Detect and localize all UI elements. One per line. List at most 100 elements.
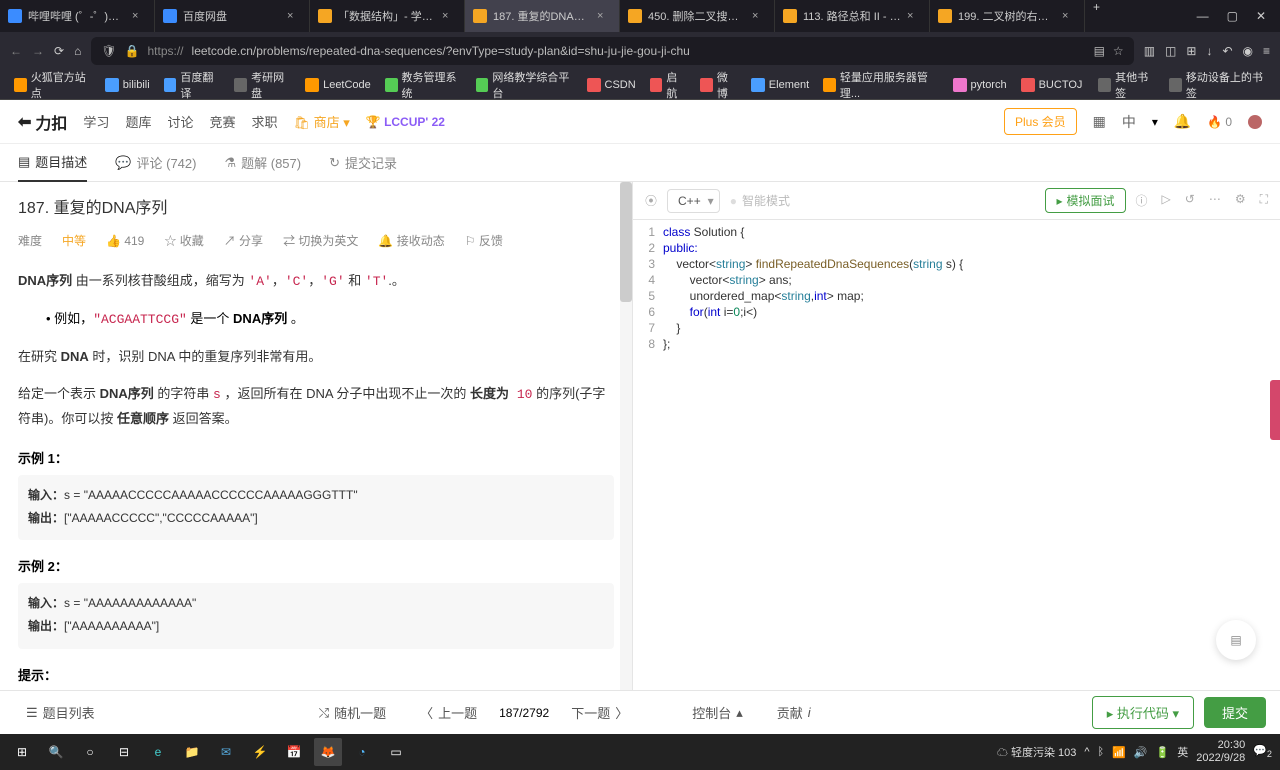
- calendar-icon[interactable]: 📅: [280, 738, 308, 766]
- random-button[interactable]: ⤭ 随机一题: [307, 697, 398, 728]
- ime-button[interactable]: 英: [1177, 744, 1188, 760]
- info-icon[interactable]: ⓘ: [1136, 192, 1148, 209]
- bookmark[interactable]: 教务管理系统: [379, 66, 468, 104]
- tab-description[interactable]: ▤题目描述: [18, 144, 87, 182]
- fullscreen-icon[interactable]: ⛶: [1260, 192, 1268, 209]
- bookmark[interactable]: 考研网盘: [228, 66, 297, 104]
- mock-interview-button[interactable]: ▸ 模拟面试: [1045, 188, 1125, 213]
- nav-jobs[interactable]: 求职: [251, 112, 277, 131]
- next-button[interactable]: 下一题 〉: [559, 697, 640, 728]
- library-icon[interactable]: ▥: [1144, 44, 1155, 58]
- battery-icon[interactable]: 🔋: [1156, 746, 1170, 759]
- wifi-icon[interactable]: 📶: [1112, 746, 1126, 759]
- reader-icon[interactable]: ▤: [1094, 44, 1105, 58]
- bookmark[interactable]: 启航: [644, 66, 693, 104]
- browser-tab[interactable]: 199. 二叉树的右视图 - 力×: [930, 0, 1085, 32]
- account-icon[interactable]: ◉: [1243, 44, 1253, 58]
- editor-menu-icon[interactable]: ⦿: [645, 192, 657, 209]
- close-icon[interactable]: ×: [442, 10, 456, 22]
- nav-shop[interactable]: 🛍 商店 ▾: [294, 112, 350, 131]
- tray-chevron-icon[interactable]: ^: [1084, 746, 1089, 758]
- bookmark[interactable]: LeetCode: [299, 75, 377, 95]
- bookmark-folder[interactable]: 其他书签: [1092, 66, 1161, 104]
- cortana-icon[interactable]: ○: [76, 738, 104, 766]
- bookmark[interactable]: 网络教学综合平台: [470, 66, 579, 104]
- close-icon[interactable]: ×: [287, 10, 301, 22]
- tab-comments[interactable]: 💬评论 (742): [115, 144, 196, 182]
- settings-icon[interactable]: ⚙: [1235, 192, 1246, 209]
- nav-problems[interactable]: 题库: [125, 112, 151, 131]
- bookmark[interactable]: pytorch: [947, 75, 1013, 95]
- problem-list-button[interactable]: ☰ 题目列表: [14, 697, 107, 728]
- bookmark[interactable]: 微博: [694, 66, 743, 104]
- browser-tab[interactable]: 113. 路径总和 II - 力扣×: [775, 0, 930, 32]
- firefox-icon[interactable]: 🦊: [314, 738, 342, 766]
- clock[interactable]: 20:302022/9/28: [1196, 739, 1245, 765]
- back-arrow-icon[interactable]: ⬅: [18, 112, 31, 132]
- feedback-button[interactable]: ⚐ 反馈: [465, 232, 503, 249]
- bookmark[interactable]: 百度翻译: [158, 66, 227, 104]
- close-icon[interactable]: ×: [752, 10, 766, 22]
- prev-button[interactable]: 〈 上一题: [408, 697, 489, 728]
- console-button[interactable]: 控制台 ▴: [680, 697, 755, 728]
- extensions-icon[interactable]: ⊞: [1186, 44, 1196, 58]
- bookmark-star-icon[interactable]: ☆: [1113, 44, 1124, 58]
- avatar[interactable]: [1248, 115, 1262, 129]
- shield-icon[interactable]: 🛡: [101, 44, 116, 58]
- reload-button[interactable]: ⟳: [54, 44, 64, 58]
- weather-widget[interactable]: ☁ 轻度污染 103: [997, 744, 1076, 760]
- search-button[interactable]: 🔍: [42, 738, 70, 766]
- browser-tab[interactable]: 哔哩哔哩 (゜-゜)つロ 干×: [0, 0, 155, 32]
- nav-discuss[interactable]: 讨论: [167, 112, 193, 131]
- tools-icon[interactable]: ⋯: [1209, 192, 1221, 209]
- close-icon[interactable]: ×: [907, 10, 921, 22]
- share-button[interactable]: ↗ 分享: [224, 232, 263, 249]
- nav-contest[interactable]: 竞赛: [209, 112, 235, 131]
- code-editor[interactable]: 12345678 class Solution { public: vector…: [633, 220, 1280, 690]
- back-button[interactable]: ←: [10, 44, 22, 58]
- app-icon[interactable]: ⚡: [246, 738, 274, 766]
- streak-counter[interactable]: 🔥0: [1207, 115, 1232, 129]
- contribute-button[interactable]: 贡献 i: [765, 697, 823, 728]
- home-button[interactable]: ⌂: [74, 44, 81, 58]
- menu-icon[interactable]: ≡: [1263, 44, 1270, 58]
- switch-lang-button[interactable]: ⇄ 切换为英文: [283, 232, 358, 249]
- app-icon[interactable]: ◔: [348, 738, 376, 766]
- edge-icon[interactable]: e: [144, 738, 172, 766]
- maximize-icon[interactable]: ▢: [1227, 9, 1238, 23]
- close-icon[interactable]: ×: [1062, 10, 1076, 22]
- close-icon[interactable]: ×: [597, 10, 611, 22]
- tab-submissions[interactable]: ↻提交记录: [329, 144, 397, 182]
- scrollbar[interactable]: [620, 182, 632, 690]
- browser-tab[interactable]: 450. 删除二叉搜索树中的×: [620, 0, 775, 32]
- downloads-icon[interactable]: ↓: [1206, 44, 1212, 58]
- sidebar-icon[interactable]: ◫: [1165, 44, 1176, 58]
- history-back-icon[interactable]: ↶: [1222, 44, 1232, 58]
- chevron-down-icon[interactable]: ▾: [1152, 115, 1158, 129]
- code-content[interactable]: class Solution { public: vector<string> …: [663, 224, 1280, 690]
- browser-tab-active[interactable]: 187. 重复的DNA序列×: [465, 0, 620, 32]
- explorer-icon[interactable]: 📁: [178, 738, 206, 766]
- side-handle[interactable]: [1270, 380, 1280, 440]
- volume-icon[interactable]: 🔊: [1134, 746, 1148, 759]
- taskview-icon[interactable]: ⊟: [110, 738, 138, 766]
- submit-button[interactable]: 提交: [1204, 697, 1266, 728]
- bell-icon[interactable]: 🔔: [1174, 113, 1191, 130]
- run-code-button[interactable]: ▸ 执行代码 ▾: [1092, 696, 1194, 729]
- bookmark[interactable]: bilibili: [99, 75, 156, 95]
- lccup-badge[interactable]: 🏆 LCCUP' 22: [366, 115, 445, 129]
- bluetooth-icon[interactable]: ᛒ: [1098, 746, 1105, 758]
- bookmark[interactable]: Element: [745, 75, 815, 95]
- new-tab-button[interactable]: +: [1085, 0, 1108, 32]
- bookmark[interactable]: CSDN: [581, 75, 642, 95]
- plus-button[interactable]: Plus 会员: [1004, 108, 1077, 135]
- close-icon[interactable]: ×: [132, 10, 146, 22]
- start-button[interactable]: ⊞: [8, 738, 36, 766]
- layout-icon[interactable]: ▦: [1093, 113, 1106, 130]
- language-button[interactable]: 中: [1122, 112, 1136, 132]
- bookmark[interactable]: BUCTOJ: [1015, 75, 1089, 95]
- bookmark-folder[interactable]: 移动设备上的书签: [1163, 66, 1272, 104]
- mail-icon[interactable]: ✉: [212, 738, 240, 766]
- notifications-icon[interactable]: 💬2: [1253, 744, 1272, 759]
- app-icon[interactable]: ▭: [382, 738, 410, 766]
